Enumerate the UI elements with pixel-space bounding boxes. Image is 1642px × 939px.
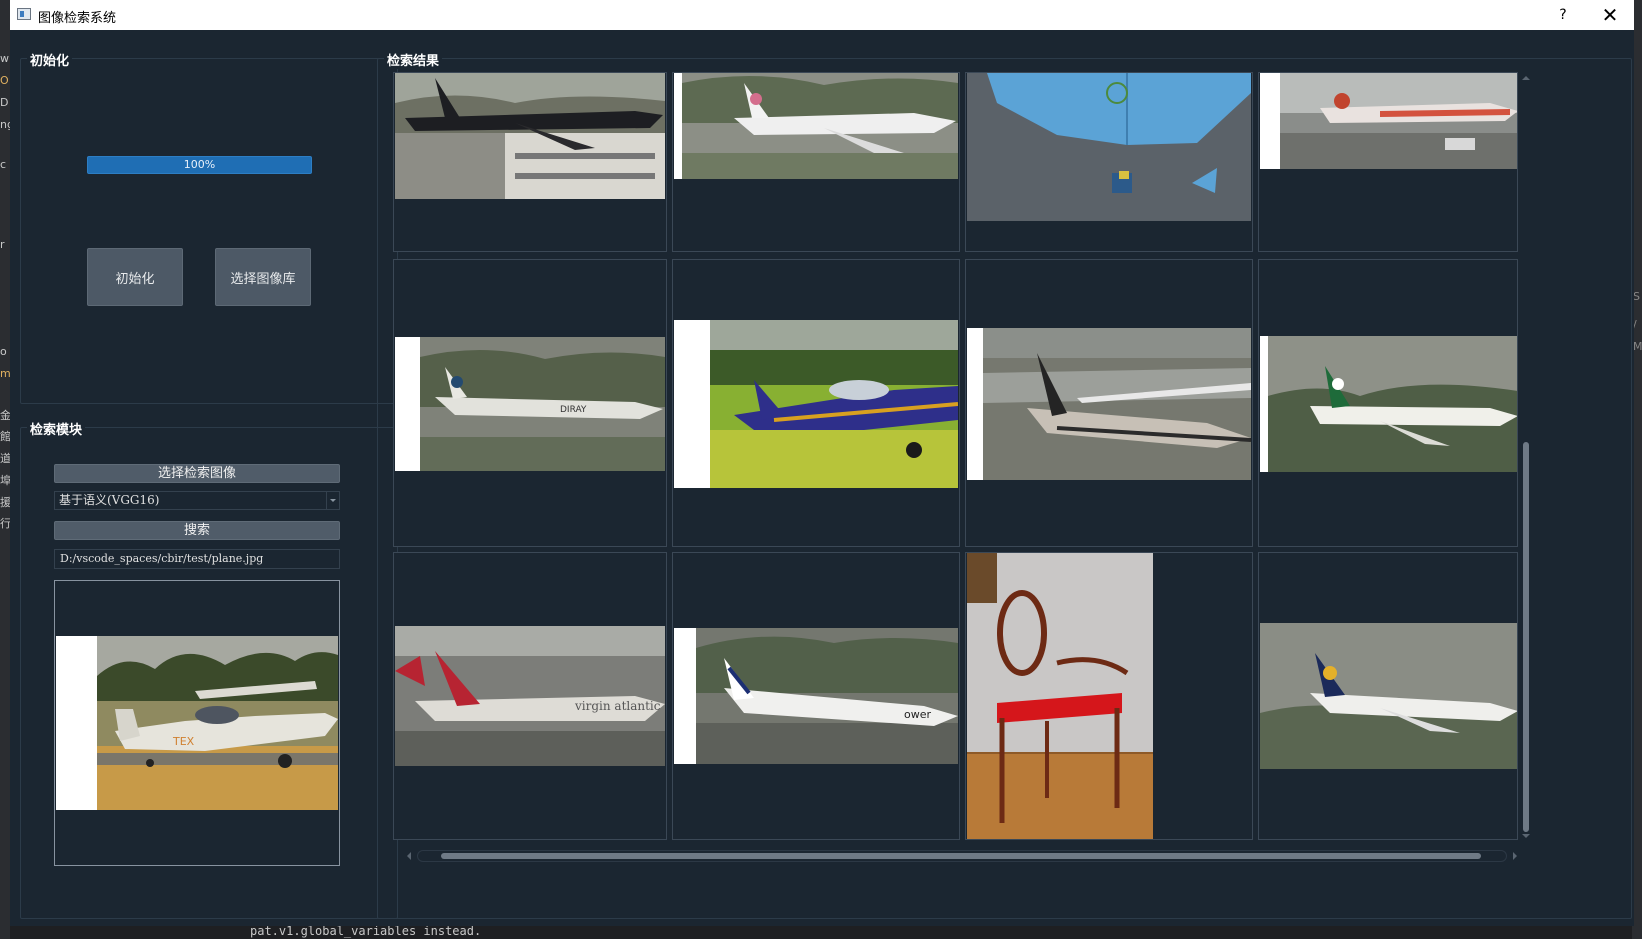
result-image-umbrella bbox=[967, 73, 1251, 221]
background-left-strip: w O D ng c r o m 金 館 道 埠 援 行 bbox=[0, 0, 14, 939]
select-library-button[interactable]: 选择图像库 bbox=[215, 248, 311, 306]
help-button[interactable]: ? bbox=[1540, 0, 1586, 30]
result-image-chair bbox=[967, 553, 1153, 839]
title-bar[interactable]: 图像检索系统 ? ✕ bbox=[10, 0, 1634, 30]
results-group-title: 检索结果 bbox=[384, 50, 443, 69]
bg-fragment: S bbox=[1633, 290, 1640, 303]
method-select[interactable]: 基于语义(VGG16) bbox=[54, 491, 340, 510]
svg-text:ower: ower bbox=[904, 708, 931, 721]
result-cell-3[interactable] bbox=[965, 72, 1253, 252]
search-button[interactable]: 搜索 bbox=[54, 521, 340, 540]
svg-text:TEX: TEX bbox=[172, 735, 195, 748]
close-button[interactable]: ✕ bbox=[1587, 0, 1633, 30]
result-image-airliner: ower bbox=[674, 628, 958, 764]
bg-fragment: r bbox=[0, 238, 5, 251]
query-path-field[interactable]: D:/vscode_spaces/cbir/test/plane.jpg bbox=[54, 549, 340, 569]
query-image: TEX bbox=[55, 581, 339, 865]
chevron-down-icon[interactable] bbox=[326, 492, 339, 509]
bg-fragment: D bbox=[0, 96, 9, 109]
main-window: 图像检索系统 ? ✕ 初始化 100% 初始化 选择图像库 检索模块 选择检索图… bbox=[10, 0, 1634, 926]
bg-fragment: c bbox=[0, 158, 7, 171]
result-image-airliner bbox=[1260, 73, 1517, 169]
result-cell-6[interactable] bbox=[672, 259, 960, 547]
svg-text:DIRAY: DIRAY bbox=[560, 405, 587, 415]
result-image-aerobatic-plane bbox=[674, 320, 958, 488]
init-progress-bar: 100% bbox=[87, 156, 312, 174]
result-cell-12[interactable] bbox=[1258, 552, 1518, 840]
bg-fragment: O bbox=[0, 74, 9, 87]
search-group: 检索模块 选择检索图像 基于语义(VGG16) 搜索 D:/vscode_spa… bbox=[20, 419, 398, 919]
result-cell-4[interactable] bbox=[1258, 72, 1518, 252]
bg-fragment: o bbox=[0, 345, 7, 358]
init-group-title: 初始化 bbox=[27, 50, 73, 69]
result-image-airliner bbox=[1260, 623, 1517, 769]
result-cell-1[interactable] bbox=[393, 72, 667, 252]
result-cell-2[interactable] bbox=[672, 72, 960, 252]
background-console: pat.v1.global_variables instead. bbox=[10, 924, 1632, 939]
method-select-value: 基于语义(VGG16) bbox=[59, 493, 160, 507]
scroll-up-icon[interactable] bbox=[1522, 76, 1530, 80]
init-button[interactable]: 初始化 bbox=[87, 248, 183, 306]
result-image-airliner bbox=[1260, 336, 1517, 472]
result-image-airliner bbox=[395, 73, 665, 199]
console-text: pat.v1.global_variables instead. bbox=[250, 924, 482, 938]
scroll-down-icon[interactable] bbox=[1522, 834, 1530, 838]
bg-fragment: w bbox=[0, 52, 9, 65]
select-query-image-button[interactable]: 选择检索图像 bbox=[54, 464, 340, 483]
svg-text:virgin atlantic: virgin atlantic bbox=[574, 699, 661, 713]
result-cell-7[interactable] bbox=[965, 259, 1253, 547]
result-cell-10[interactable]: ower bbox=[672, 552, 960, 840]
results-horizontal-scrollbar[interactable] bbox=[407, 850, 1517, 862]
result-cell-9[interactable]: virgin atlantic bbox=[393, 552, 667, 840]
scroll-left-icon[interactable] bbox=[407, 852, 411, 860]
search-group-title: 检索模块 bbox=[27, 419, 86, 438]
result-image-airliner: DIRAY bbox=[395, 337, 665, 471]
result-image-airliner bbox=[674, 73, 958, 179]
result-cell-8[interactable] bbox=[1258, 259, 1518, 547]
init-group: 初始化 100% 初始化 选择图像库 bbox=[20, 50, 398, 404]
bg-fragment: M bbox=[1633, 340, 1642, 353]
window-title: 图像检索系统 bbox=[38, 11, 117, 26]
query-image-frame: TEX bbox=[54, 580, 340, 866]
vertical-scroll-thumb[interactable] bbox=[1523, 442, 1529, 832]
horizontal-scroll-thumb[interactable] bbox=[441, 853, 1481, 859]
results-vertical-scrollbar[interactable] bbox=[1520, 72, 1532, 842]
result-image-airliner: virgin atlantic bbox=[395, 626, 665, 766]
result-image-airliner bbox=[967, 328, 1251, 480]
result-cell-11[interactable] bbox=[965, 552, 1253, 840]
app-window-icon bbox=[17, 8, 31, 20]
scroll-right-icon[interactable] bbox=[1513, 852, 1517, 860]
result-cell-5[interactable]: DIRAY bbox=[393, 259, 667, 547]
